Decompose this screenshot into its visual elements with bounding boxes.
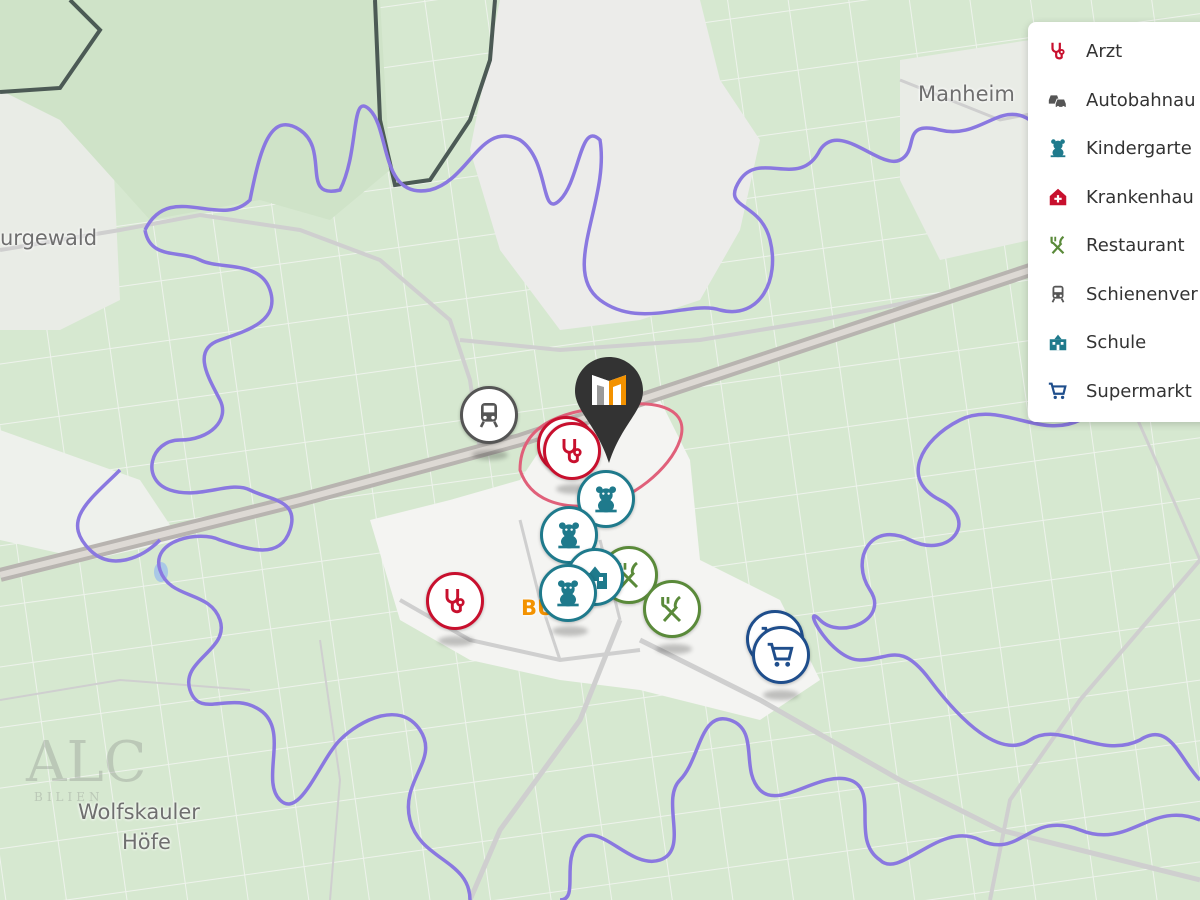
legend-label: Kindergarte xyxy=(1086,137,1192,159)
legend-label: Arzt xyxy=(1086,40,1123,62)
poi-marker-kindergarten[interactable] xyxy=(539,564,597,622)
poi-marker-train[interactable] xyxy=(460,386,518,444)
cart-icon xyxy=(767,642,794,667)
teddy-bear-icon xyxy=(1046,136,1070,160)
marker-shadow xyxy=(656,644,692,654)
marker-shadow xyxy=(438,636,474,646)
legend-item-krankenhaus[interactable]: Krankenhau xyxy=(1046,182,1194,212)
cars-icon xyxy=(1046,88,1070,112)
legend-label: Schule xyxy=(1086,331,1147,353)
stethoscope-icon xyxy=(1046,39,1070,63)
legend-label: Schienenver xyxy=(1086,283,1198,305)
legend-item-restaurant[interactable]: Restaurant xyxy=(1046,230,1185,260)
legend-panel: Arzt Autobahnau Kindergarte Krankenhau R… xyxy=(1028,22,1200,422)
legend-label: Restaurant xyxy=(1086,234,1185,256)
legend-item-schule[interactable]: Schule xyxy=(1046,327,1146,357)
legend-item-supermarkt[interactable]: Supermarkt xyxy=(1046,376,1192,406)
teddy-bear-icon xyxy=(595,486,617,513)
cart-icon xyxy=(1046,379,1070,403)
poi-marker-restaurant[interactable] xyxy=(643,580,701,638)
stethoscope-icon xyxy=(445,589,465,614)
watermark-subtext: BILIEN xyxy=(34,790,104,804)
marker-shadow xyxy=(472,450,508,460)
marker-shadow xyxy=(552,626,588,636)
teddy-bear-icon xyxy=(558,522,580,549)
legend-item-arzt[interactable]: Arzt xyxy=(1046,36,1122,66)
poi-marker-supermarkt[interactable] xyxy=(752,626,810,684)
train-icon xyxy=(1046,282,1070,306)
hospital-icon xyxy=(1046,185,1070,209)
legend-label: Supermarkt xyxy=(1086,380,1192,402)
watermark-logo: ALC xyxy=(26,730,147,795)
marker-shadow xyxy=(763,690,799,700)
place-label-burgewald: urgewald xyxy=(0,226,98,250)
legend-label: Krankenhau xyxy=(1086,186,1194,208)
legend-label: Autobahnau xyxy=(1086,89,1196,111)
fork-knife-icon xyxy=(661,595,682,623)
legend-item-autobahn[interactable]: Autobahnau xyxy=(1046,85,1196,115)
legend-item-kindergarten[interactable]: Kindergarte xyxy=(1046,133,1192,163)
train-icon xyxy=(479,403,499,428)
teddy-bear-icon xyxy=(557,580,579,607)
school-icon xyxy=(1046,330,1070,354)
property-location-pin[interactable] xyxy=(573,355,645,467)
legend-item-schienenverkehr[interactable]: Schienenver xyxy=(1046,279,1198,309)
poi-marker-arzt[interactable] xyxy=(426,572,484,630)
place-label-hoefe: Höfe xyxy=(122,830,171,854)
place-label-manheim: Manheim xyxy=(918,82,1015,106)
fork-knife-icon xyxy=(1046,233,1070,257)
